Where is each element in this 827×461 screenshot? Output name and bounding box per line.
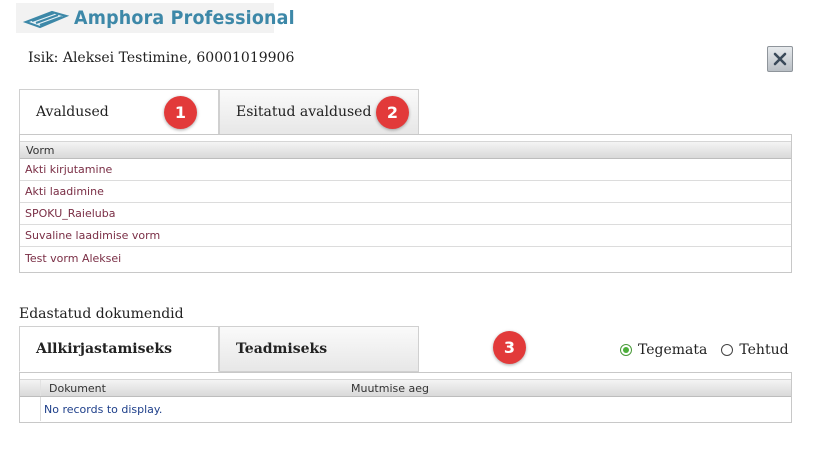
- form-row[interactable]: Akti kirjutamine: [20, 159, 791, 181]
- app-logo: Amphora Professional: [16, 3, 295, 33]
- forms-grid: Vorm Akti kirjutamine Akti laadimine SPO…: [19, 134, 792, 273]
- form-row[interactable]: SPOKU_Raieluba: [20, 203, 791, 225]
- column-header-vorm: Vorm: [26, 143, 55, 157]
- app-title: Amphora Professional: [74, 7, 295, 29]
- tab-teadmiseks-label: Teadmiseks: [236, 341, 328, 357]
- column-header-dokument[interactable]: Dokument: [41, 382, 351, 395]
- tab-esitatud-avaldused-label: Esitatud avaldused: [236, 104, 372, 120]
- form-row[interactable]: Test vorm Aleksei: [20, 247, 791, 269]
- tab-avaldused-label: Avaldused: [36, 104, 109, 120]
- documents-grid-header: Dokument Muutmise aeg: [20, 380, 791, 397]
- column-header-muutmise-aeg[interactable]: Muutmise aeg: [351, 382, 429, 395]
- documents-grid: Dokument Muutmise aeg No records to disp…: [19, 372, 792, 423]
- form-row[interactable]: Suvaline laadimise vorm: [20, 225, 791, 247]
- forms-grid-header[interactable]: Vorm: [20, 142, 791, 159]
- tab-allkirjastamiseks-label: Allkirjastamiseks: [36, 341, 172, 357]
- close-icon: [773, 52, 787, 66]
- radio-unchecked-icon: [721, 344, 734, 356]
- tab-teadmiseks[interactable]: Teadmiseks: [219, 326, 419, 372]
- radio-tegemata[interactable]: Tegemata: [620, 342, 707, 358]
- document-logo-icon: [22, 10, 70, 29]
- callout-badge-3: 3: [493, 331, 526, 364]
- empty-grid-message: No records to display.: [44, 402, 163, 416]
- status-filter: Tegemata Tehtud: [620, 342, 803, 358]
- callout-badge-2: 2: [376, 96, 409, 129]
- radio-checked-icon: [620, 344, 632, 356]
- close-button[interactable]: [767, 46, 793, 72]
- tab-allkirjastamiseks[interactable]: Allkirjastamiseks: [19, 326, 219, 372]
- person-label: Isik: Aleksei Testimine, 60001019906: [28, 50, 295, 66]
- radio-tehtud-label: Tehtud: [739, 342, 789, 358]
- documents-section-title: Edastatud dokumendid: [19, 306, 184, 322]
- radio-tehtud[interactable]: Tehtud: [721, 342, 789, 358]
- radio-tegemata-label: Tegemata: [638, 342, 708, 358]
- form-row[interactable]: Akti laadimine: [20, 181, 791, 203]
- callout-badge-1: 1: [164, 96, 197, 129]
